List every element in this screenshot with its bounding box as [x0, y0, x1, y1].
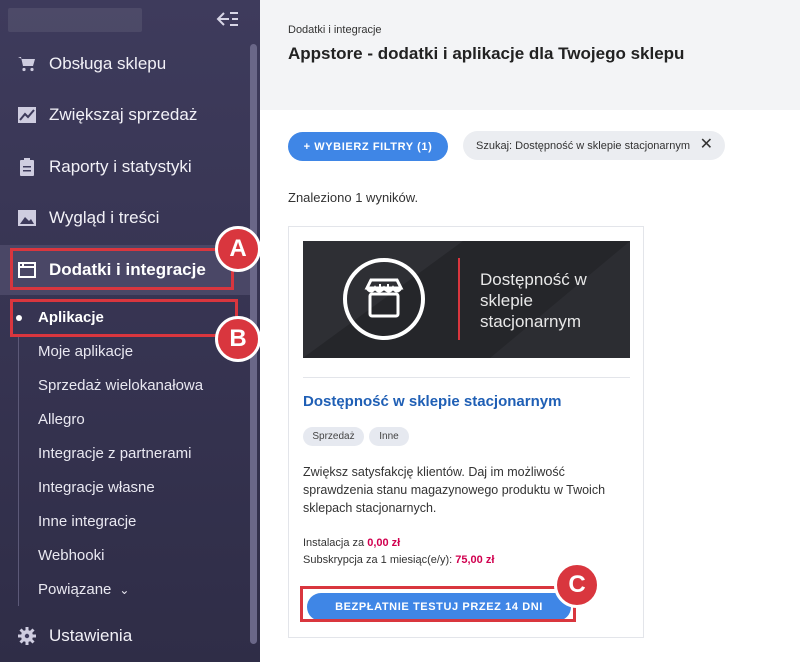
install-price-row: Instalacja za 0,00 zł [303, 537, 400, 549]
submenu-item-sprzedaz-wielokanalowa[interactable]: Sprzedaż wielokanałowa [38, 373, 203, 399]
subscription-price-value: 75,00 zł [455, 554, 495, 566]
store-logo [8, 8, 142, 32]
clipboard-icon [18, 158, 36, 176]
page-header: Dodatki i integracje Appstore - dodatki … [260, 0, 800, 110]
subscription-price-row: Subskrypcja za 1 miesiąc(e/y): 75,00 zł [303, 554, 494, 566]
subscription-price-label: Subskrypcja za 1 miesiąc(e/y): [303, 554, 453, 566]
choose-filters-button[interactable]: + WYBIERZ FILTRY (1) [288, 132, 448, 161]
page-title: Appstore - dodatki i aplikacje dla Twoje… [288, 44, 685, 63]
annotation-box-c [300, 586, 576, 622]
annotation-badge-c: C [554, 562, 600, 608]
menu-item-label: Ustawienia [49, 626, 133, 645]
app-banner[interactable]: Dostępność w sklepie stacjonarnym [303, 241, 630, 358]
menu-item-label: Obsługa sklepu [49, 54, 167, 73]
install-price-value: 0,00 zł [367, 537, 401, 549]
tag-sprzedaz[interactable]: Sprzedaż [303, 427, 364, 446]
store-icon [343, 258, 425, 340]
menu-item-label: Raporty i statystyki [49, 157, 192, 176]
install-price-label: Instalacja za [303, 537, 365, 549]
menu-item-label: Zwiększaj sprzedaż [49, 105, 198, 124]
search-filter-chip: Szukaj: Dostępność w sklepie stacjonarny… [463, 131, 725, 160]
card-divider [303, 377, 630, 378]
submenu-item-powiazane[interactable]: Powiązane ⌄ [38, 577, 129, 603]
submenu-item-moje-aplikacje[interactable]: Moje aplikacje [38, 339, 133, 365]
submenu-item-integracje-z-partnerami[interactable]: Integracje z partnerami [38, 441, 191, 467]
app-title-link[interactable]: Dostępność w sklepie stacjonarnym [303, 393, 561, 410]
submenu-item-label: Powiązane [38, 581, 112, 598]
search-chip-label: Szukaj: Dostępność w sklepie stacjonarny… [476, 139, 690, 152]
submenu-item-allegro[interactable]: Allegro [38, 407, 85, 433]
app-description: Zwiększ satysfakcję klientów. Daj im moż… [303, 465, 606, 515]
menu-item-zwiekszaj-sprzedaz[interactable]: Zwiększaj sprzedaż [0, 90, 250, 140]
trend-chart-icon [18, 106, 36, 124]
collapse-sidebar-icon[interactable] [215, 10, 241, 30]
submenu-line [18, 336, 19, 606]
menu-item-raporty[interactable]: Raporty i statystyki [0, 142, 250, 192]
cart-icon [18, 55, 36, 73]
annotation-badge-b: B [215, 316, 261, 362]
image-icon [18, 209, 36, 227]
chevron-down-icon: ⌄ [119, 583, 130, 597]
results-count: Znaleziono 1 wyników. [288, 190, 419, 205]
menu-item-ustawienia[interactable]: Ustawienia [0, 611, 250, 661]
annotation-box-b [10, 299, 238, 337]
annotation-box-a [10, 248, 234, 290]
submenu-item-webhooki[interactable]: Webhooki [38, 543, 104, 569]
submenu-item-integracje-wlasne[interactable]: Integracje własne [38, 475, 155, 501]
menu-item-label: Wygląd i treści [49, 208, 160, 227]
annotation-badge-a: A [215, 226, 261, 272]
submenu-item-inne-integracje[interactable]: Inne integracje [38, 509, 136, 535]
banner-separator [458, 258, 460, 340]
close-icon[interactable]: ✕ [700, 137, 713, 153]
tag-inne[interactable]: Inne [369, 427, 409, 446]
gear-icon [18, 627, 36, 645]
menu-item-obsluga-sklepu[interactable]: Obsługa sklepu [0, 39, 250, 89]
banner-text: Dostępność w sklepie stacjonarnym [480, 270, 587, 331]
sidebar-top [0, 0, 260, 40]
menu-item-wyglad[interactable]: Wygląd i treści [0, 193, 250, 243]
breadcrumb[interactable]: Dodatki i integracje [288, 24, 382, 36]
